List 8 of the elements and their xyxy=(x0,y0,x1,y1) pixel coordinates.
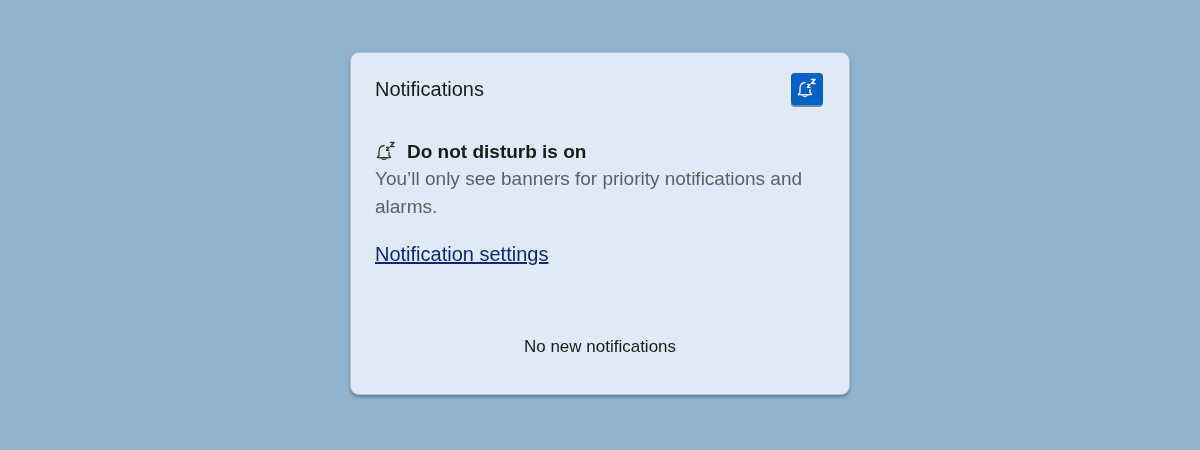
snooze-bell-icon xyxy=(375,141,397,163)
panel-title: Notifications xyxy=(375,77,484,101)
snooze-bell-icon xyxy=(796,78,818,100)
do-not-disturb-button[interactable] xyxy=(791,73,823,105)
empty-message: No new notifications xyxy=(523,337,677,357)
status-description: You’ll only see banners for priority notifications and alarms. xyxy=(375,167,804,219)
status-heading: Do not disturb is on xyxy=(407,141,587,163)
settings-link[interactable]: Notification settings xyxy=(375,243,549,266)
